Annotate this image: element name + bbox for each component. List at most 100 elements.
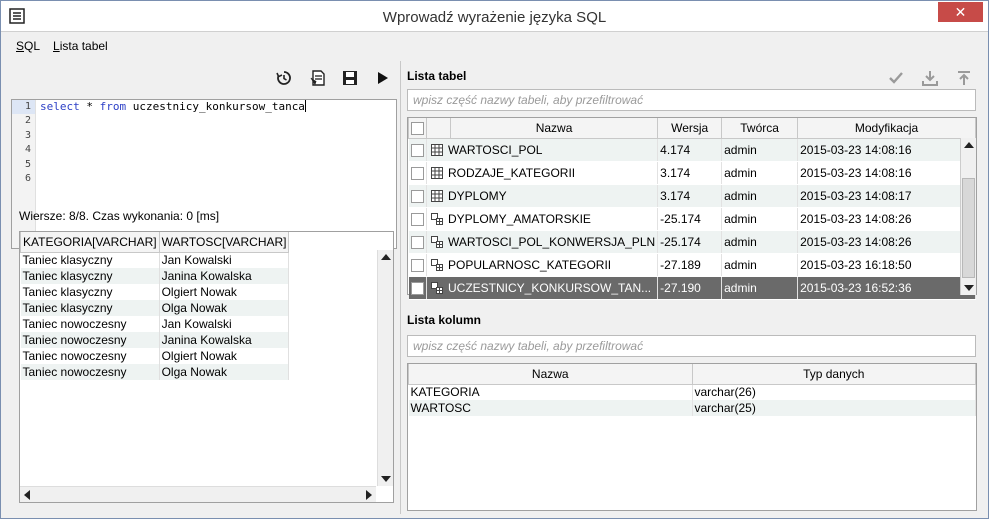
table-row[interactable]: RODZAJE_KATEGORII 3.174 admin 2015-03-23 14… [408, 161, 976, 185]
table-modified-cell[interactable]: 2015-03-23 14:08:26 [797, 230, 976, 254]
row-checkbox[interactable] [410, 258, 424, 272]
row-checkbox-cell[interactable] [408, 161, 427, 185]
result-cell[interactable]: Taniec nowoczesny [20, 348, 160, 364]
table-version-cell[interactable]: -27.189 [657, 253, 723, 277]
menu-item-sql[interactable]: SQL [16, 39, 40, 53]
table-name-cell[interactable]: DYPLOMY [426, 184, 659, 208]
result-cell[interactable]: Taniec klasyczny [20, 284, 160, 300]
result-cell[interactable]: Taniec nowoczesny [20, 332, 160, 348]
row-checkbox-cell[interactable] [408, 230, 427, 254]
table-name-cell[interactable]: UCZESTNICY_KONKURSOW_TAN... [426, 276, 659, 300]
table-version-cell[interactable]: -27.190 [657, 276, 723, 300]
column-header-typ-danych[interactable]: Typ danych [691, 364, 976, 385]
result-cell[interactable]: Olgiert Nowak [159, 284, 290, 300]
row-checkbox-cell[interactable] [408, 253, 427, 277]
column-cell[interactable]: WARTOSC [408, 400, 693, 416]
export-icon[interactable] [955, 69, 973, 87]
result-cell[interactable]: Janina Kowalska [159, 332, 290, 348]
result-cell[interactable]: Taniec nowoczesny [20, 364, 160, 380]
scroll-down-icon[interactable] [964, 285, 974, 291]
table-name-cell[interactable]: WARTOSCI_POL_KONWERSJA_PLN [426, 230, 659, 254]
result-row[interactable]: Taniec nowoczesny Janina Kowalska [20, 332, 290, 348]
sql-editor[interactable]: 1 2 3 4 5 6 select * from uczestnicy_kon… [11, 99, 397, 249]
result-row[interactable]: Taniec klasyczny Janina Kowalska [20, 268, 290, 284]
result-row[interactable]: Taniec nowoczesny Jan Kowalski [20, 316, 290, 332]
sql-code-line[interactable]: select * from uczestnicy_konkursow_tanca [40, 100, 306, 114]
result-cell[interactable]: Janina Kowalska [159, 268, 290, 284]
result-row[interactable]: Taniec nowoczesny Olgiert Nowak [20, 348, 290, 364]
run-icon[interactable] [373, 69, 391, 87]
row-checkbox-cell[interactable] [408, 138, 427, 162]
scroll-left-icon[interactable] [24, 490, 30, 500]
row-checkbox-cell[interactable] [408, 184, 427, 208]
column-header-nazwa[interactable]: Nazwa [408, 364, 693, 385]
table-version-cell[interactable]: -25.174 [657, 207, 723, 231]
table-modified-cell[interactable]: 2015-03-23 14:08:16 [797, 161, 976, 185]
table-name-cell[interactable]: DYPLOMY_AMATORSKIE [426, 207, 659, 231]
table-author-cell[interactable]: admin [721, 230, 799, 254]
table-version-cell[interactable]: 3.174 [657, 161, 723, 185]
result-cell[interactable]: Jan Kowalski [159, 252, 290, 268]
result-cell[interactable]: Olga Nowak [159, 300, 290, 316]
table-modified-cell[interactable]: 2015-03-23 16:18:50 [797, 253, 976, 277]
columns-filter-input[interactable]: wpisz część nazwy tabeli, aby przefiltro… [407, 335, 976, 357]
scroll-up-icon[interactable] [381, 254, 391, 260]
columns-grid[interactable]: Nazwa Typ danych KATEGORIA varchar(26) WAR… [407, 363, 977, 511]
scroll-thumb[interactable] [962, 178, 975, 278]
tables-grid[interactable]: Nazwa Wersja Twórca Modyfikacja WARTOSCI… [407, 117, 977, 300]
check-icon[interactable] [887, 69, 905, 87]
table-author-cell[interactable]: admin [721, 161, 799, 185]
table-row[interactable]: DYPLOMY_AMATORSKIE -25.174 admin 2015-03-23… [408, 207, 976, 231]
row-checkbox[interactable] [410, 189, 424, 203]
result-row[interactable]: Taniec klasyczny Olga Nowak [20, 300, 290, 316]
result-cell[interactable]: Taniec klasyczny [20, 300, 160, 316]
column-header-nazwa[interactable]: Nazwa [449, 118, 659, 139]
table-row[interactable]: POPULARNOSC_KATEGORII -27.189 admin 2015-03… [408, 253, 976, 277]
row-checkbox[interactable] [410, 212, 424, 226]
column-cell[interactable]: varchar(25) [692, 400, 976, 416]
row-checkbox-cell[interactable] [408, 276, 427, 300]
table-author-cell[interactable]: admin [721, 253, 799, 277]
scroll-right-icon[interactable] [366, 490, 372, 500]
table-modified-cell[interactable]: 2015-03-23 14:08:26 [797, 207, 976, 231]
table-author-cell[interactable]: admin [721, 276, 799, 300]
format-sql-icon[interactable] [309, 69, 327, 87]
result-horizontal-scrollbar[interactable] [20, 486, 376, 502]
table-version-cell[interactable]: 4.174 [657, 138, 723, 162]
result-cell[interactable]: Taniec nowoczesny [20, 316, 160, 332]
table-author-cell[interactable]: admin [721, 184, 799, 208]
column-cell[interactable]: varchar(26) [692, 384, 976, 400]
table-name-cell[interactable]: WARTOSCI_POL [426, 138, 659, 162]
result-column-header[interactable]: KATEGORIA[VARCHAR] [20, 232, 160, 253]
tables-vertical-scrollbar[interactable] [960, 138, 976, 295]
panel-splitter[interactable] [400, 61, 402, 514]
scroll-down-icon[interactable] [381, 476, 391, 482]
row-checkbox[interactable] [410, 281, 424, 295]
table-row[interactable]: UCZESTNICY_KONKURSOW_TAN... -27.190 admin 2… [408, 276, 976, 300]
result-cell[interactable]: Jan Kowalski [159, 316, 290, 332]
table-row[interactable]: DYPLOMY 3.174 admin 2015-03-23 14:08:17 [408, 184, 976, 208]
import-icon[interactable] [921, 69, 939, 87]
result-cell[interactable]: Taniec klasyczny [20, 268, 160, 284]
table-modified-cell[interactable]: 2015-03-23 14:08:17 [797, 184, 976, 208]
result-cell[interactable]: Olga Nowak [159, 364, 290, 380]
scroll-up-icon[interactable] [964, 142, 974, 148]
table-row[interactable]: WARTOSCI_POL 4.174 admin 2015-03-23 14:08:1… [408, 138, 976, 162]
column-header-wersja[interactable]: Wersja [657, 118, 723, 139]
history-icon[interactable] [275, 69, 293, 87]
select-all-header[interactable] [408, 118, 427, 139]
result-cell[interactable]: Taniec klasyczny [20, 252, 160, 268]
column-header-tworca[interactable]: Twórca [721, 118, 799, 139]
row-checkbox[interactable] [410, 235, 424, 249]
save-icon[interactable] [341, 69, 359, 87]
table-modified-cell[interactable]: 2015-03-23 16:52:36 [797, 276, 976, 300]
table-version-cell[interactable]: -25.174 [657, 230, 723, 254]
column-header-modyfikacja[interactable]: Modyfikacja [797, 118, 976, 139]
result-row[interactable]: Taniec klasyczny Jan Kowalski [20, 252, 290, 268]
table-version-cell[interactable]: 3.174 [657, 184, 723, 208]
result-grid[interactable]: KATEGORIA[VARCHAR] WARTOSC[VARCHAR] Tanie… [19, 231, 394, 503]
result-column-header[interactable]: WARTOSC[VARCHAR] [158, 232, 290, 253]
result-cell[interactable]: Olgiert Nowak [159, 348, 290, 364]
row-checkbox-cell[interactable] [408, 207, 427, 231]
table-row[interactable]: WARTOSCI_POL_KONWERSJA_PLN -25.174 admin 20… [408, 230, 976, 254]
